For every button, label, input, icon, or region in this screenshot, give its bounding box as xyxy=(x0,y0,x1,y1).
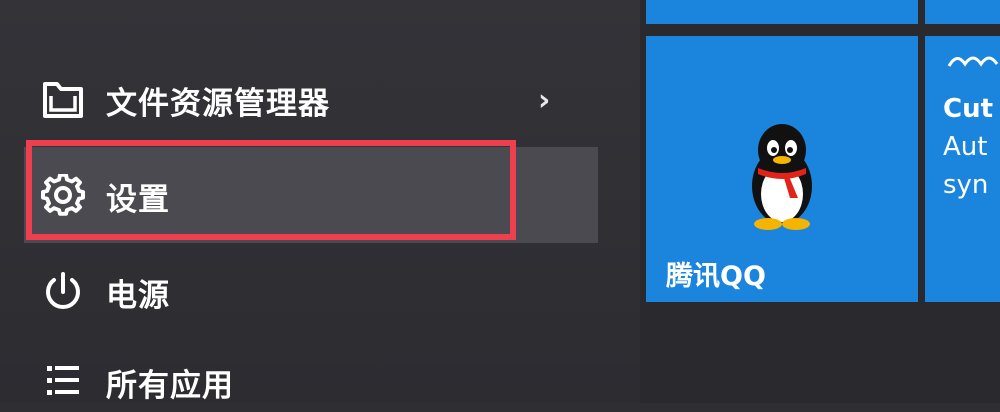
tile-tencent-qq[interactable]: 腾讯QQ xyxy=(646,36,918,302)
news-tile-text: Cut Aut syn xyxy=(943,90,993,204)
power-label: 电源 xyxy=(106,277,170,314)
file-explorer-label: 文件资源管理器 xyxy=(106,85,330,122)
tile-top-left[interactable] xyxy=(646,0,918,24)
menu-item-all-apps[interactable]: 所有应用 xyxy=(0,352,600,412)
power-icon xyxy=(40,269,86,315)
news-line-3: syn xyxy=(943,170,989,200)
gear-icon xyxy=(40,173,86,219)
settings-label: 设置 xyxy=(106,181,170,218)
list-icon xyxy=(40,359,86,405)
folder-icon xyxy=(40,77,86,123)
menu-item-file-explorer[interactable]: 文件资源管理器 › xyxy=(0,70,600,130)
app-logo-icon xyxy=(947,56,999,67)
news-line-1: Cut xyxy=(943,94,994,124)
menu-item-settings[interactable]: 设置 xyxy=(0,166,600,226)
news-line-2: Aut xyxy=(943,132,988,162)
qq-penguin-icon xyxy=(752,124,812,230)
menu-item-power[interactable]: 电源 xyxy=(0,262,600,322)
tile-news[interactable]: Cut Aut syn xyxy=(925,36,1000,302)
qq-tile-label: 腾讯QQ xyxy=(666,261,766,292)
start-menu-tiles: 腾讯QQ Cut Aut syn xyxy=(640,0,1000,403)
tile-top-right[interactable] xyxy=(925,0,1000,24)
all-apps-label: 所有应用 xyxy=(106,367,234,404)
chevron-right-icon[interactable]: › xyxy=(538,83,550,118)
start-menu-left-pane: 文件资源管理器 › 设置 电源 所有应用 xyxy=(0,0,640,404)
